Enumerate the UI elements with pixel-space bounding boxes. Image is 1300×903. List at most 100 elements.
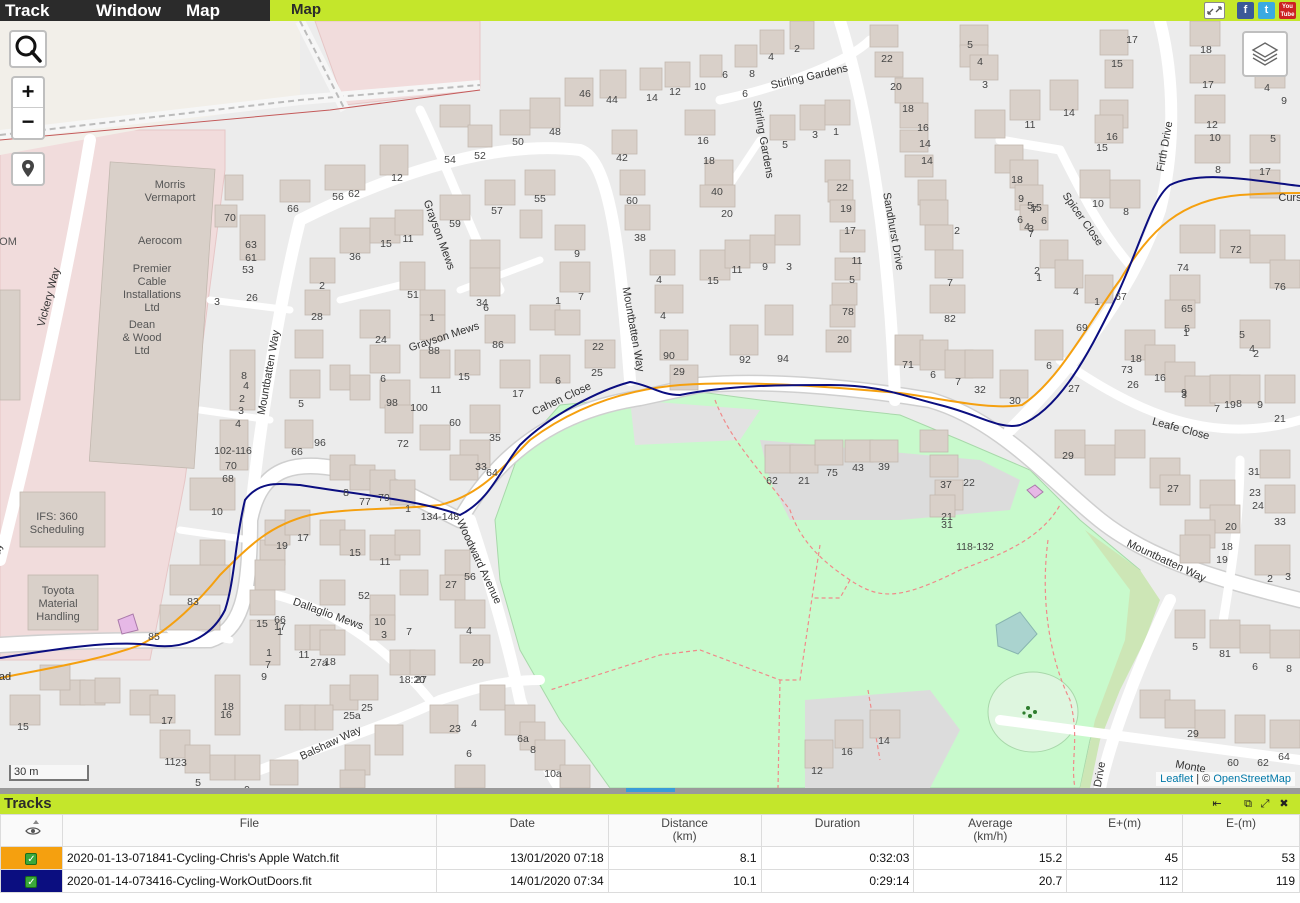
track-average: 20.7 xyxy=(913,869,1068,893)
house-number: 20 xyxy=(721,208,733,220)
house-number: 81 xyxy=(1219,648,1231,660)
column-header-eplus[interactable]: E+(m) xyxy=(1066,814,1184,847)
house-number: 31 xyxy=(1248,466,1260,478)
panel-close-icon[interactable]: ✖ xyxy=(1277,796,1291,812)
house-number: 16 xyxy=(841,746,853,758)
house-number: 29 xyxy=(673,366,685,378)
tracks-panel-title: Tracks xyxy=(4,795,52,812)
house-number: 29 xyxy=(1187,728,1199,740)
column-header-distance[interactable]: Distance (km) xyxy=(607,814,762,847)
house-number: 7 xyxy=(406,626,412,638)
house-number: 27 xyxy=(1167,483,1179,495)
house-number: 15 xyxy=(380,238,392,250)
house-number: 3 xyxy=(982,79,988,91)
house-number: 66 xyxy=(291,446,303,458)
house-number: 9 xyxy=(1018,193,1024,205)
house-number: 2 xyxy=(1267,573,1273,585)
layers-button[interactable] xyxy=(1242,31,1288,77)
visibility-column-header[interactable] xyxy=(0,814,63,847)
house-number: 18 xyxy=(324,656,336,668)
house-number: 55 xyxy=(534,193,546,205)
menu-window[interactable]: Window xyxy=(96,0,161,21)
column-label: Date xyxy=(509,816,535,830)
house-number: 28 xyxy=(311,311,323,323)
house-number: 100 xyxy=(410,402,428,414)
menu-map[interactable]: Map xyxy=(186,0,220,21)
visibility-checkbox[interactable]: ✓ xyxy=(25,875,38,888)
column-label: Distance xyxy=(661,816,708,830)
house-number: 14 xyxy=(919,138,931,150)
house-number: 23 xyxy=(449,723,461,735)
youtube-icon[interactable]: You Tube xyxy=(1279,2,1296,19)
house-number: 10 xyxy=(374,616,386,628)
panel-detach-icon[interactable]: ⧉ xyxy=(1241,796,1255,812)
house-number: 30 xyxy=(1009,395,1021,407)
column-header-date[interactable]: Date xyxy=(435,814,609,847)
panel-maximize-icon[interactable]: ⤢ xyxy=(1258,796,1272,812)
track-distance: 10.1 xyxy=(607,869,762,893)
house-number: 15 xyxy=(349,547,361,559)
house-number: 7 xyxy=(578,291,584,303)
table-row[interactable]: ✓ 2020-01-14-073416-Cycling-WorkOutDoors… xyxy=(0,869,1300,893)
house-number: 11 xyxy=(380,556,391,568)
house-number: 60 xyxy=(626,195,638,207)
house-number: 24 xyxy=(375,334,387,346)
osm-link[interactable]: OpenStreetMap xyxy=(1213,773,1291,785)
search-icon xyxy=(15,35,42,63)
house-number: 4 xyxy=(1249,343,1255,355)
house-number: 19 xyxy=(1224,399,1236,411)
house-number: 2 xyxy=(1034,265,1040,277)
house-number: 27 xyxy=(1068,383,1080,395)
zoom-out-button[interactable]: − xyxy=(13,108,43,138)
house-number: 14 xyxy=(646,92,658,104)
house-number: 2 xyxy=(239,393,245,405)
column-header-file[interactable]: File xyxy=(61,814,437,847)
tab-map[interactable]: Map xyxy=(291,0,321,21)
house-number: 3 xyxy=(381,629,387,641)
panel-collapse-icon[interactable]: ⇤ xyxy=(1210,796,1224,812)
house-number: 6 xyxy=(466,748,472,760)
house-number: 94 xyxy=(777,353,789,365)
house-number: 6 xyxy=(555,375,561,387)
zoom-in-button[interactable]: + xyxy=(13,78,43,108)
twitter-icon[interactable]: t xyxy=(1258,2,1275,19)
house-number: 16 xyxy=(1106,131,1118,143)
business-label: Handling xyxy=(36,611,79,623)
menu-track[interactable]: Track xyxy=(5,0,49,21)
house-number: 70 xyxy=(224,212,236,224)
search-button[interactable] xyxy=(9,30,47,68)
house-number: 66 xyxy=(274,614,286,626)
splitter-handle[interactable] xyxy=(626,788,675,792)
house-number: 63 xyxy=(245,239,257,251)
house-number: 18 xyxy=(1221,541,1233,553)
house-number: 5 xyxy=(967,39,973,51)
house-number: 16 xyxy=(697,135,709,147)
track-average: 15.2 xyxy=(913,846,1068,870)
house-number: 8 xyxy=(749,68,755,80)
house-number: 19 xyxy=(276,540,288,552)
column-header-average[interactable]: Average (km/h) xyxy=(913,814,1068,847)
house-number: 15 xyxy=(1111,58,1123,70)
house-number: 27 xyxy=(415,674,427,686)
locate-button[interactable] xyxy=(11,152,45,186)
map-view[interactable]: 5 4 2 6 8 4 22 17 18 17 15 9 3 4 5 46 44 14 12 10 6 20 18 16 14 1… xyxy=(0,21,1300,788)
column-header-duration[interactable]: Duration xyxy=(760,814,915,847)
business-label: Ltd xyxy=(144,302,159,314)
track-color-swatch: ✓ xyxy=(0,846,63,870)
facebook-icon[interactable]: f xyxy=(1237,2,1254,19)
column-label: E+(m) xyxy=(1108,816,1142,830)
house-number: 11 xyxy=(732,264,743,276)
house-number: 4 xyxy=(243,380,249,392)
house-number: 26 xyxy=(1127,379,1139,391)
house-number: 12 xyxy=(391,172,403,184)
fullscreen-icon[interactable] xyxy=(1204,2,1225,19)
house-number: 9 xyxy=(1181,387,1187,399)
house-number: 3 xyxy=(214,296,220,308)
column-header-eminus[interactable]: E-(m) xyxy=(1182,814,1300,847)
house-number: 4 xyxy=(471,718,477,730)
leaflet-link[interactable]: Leaflet xyxy=(1160,773,1193,785)
house-number: 85 xyxy=(148,631,160,643)
house-number: 1 xyxy=(405,503,411,515)
table-row[interactable]: ✓ 2020-01-13-071841-Cycling-Chris's Appl… xyxy=(0,846,1300,870)
visibility-checkbox[interactable]: ✓ xyxy=(25,852,38,865)
